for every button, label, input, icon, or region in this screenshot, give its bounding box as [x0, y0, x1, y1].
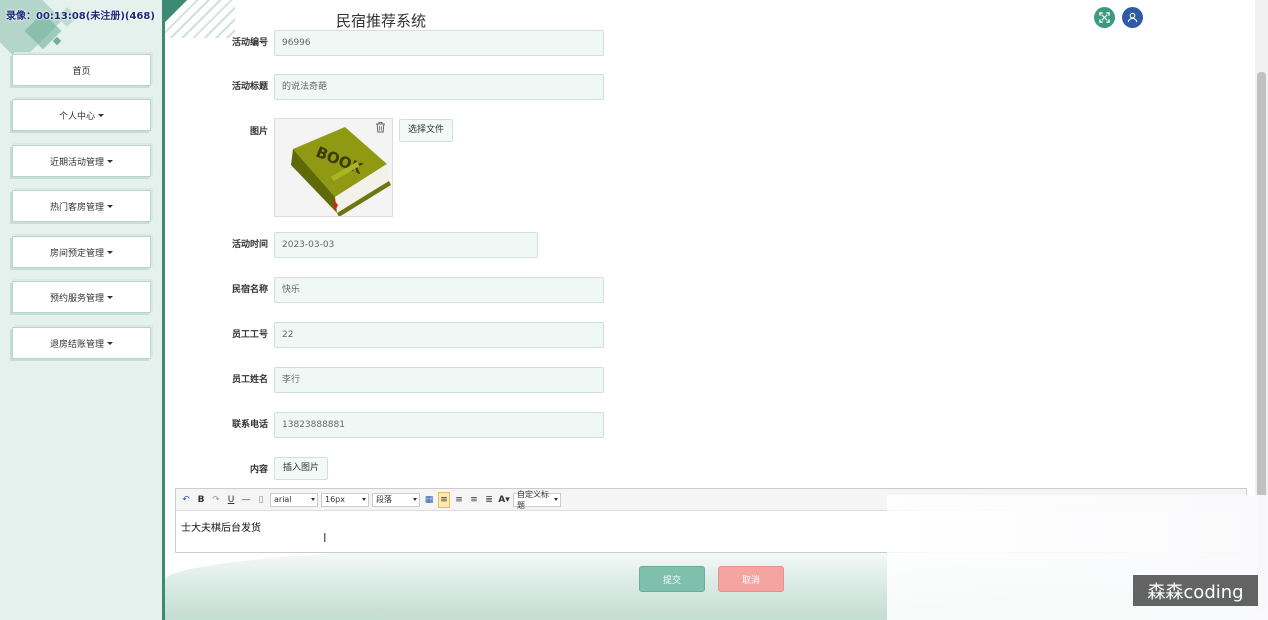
form-row-phone: 联系电话 13823888881 — [165, 412, 1065, 438]
field-label: 活动编号 — [231, 38, 268, 48]
caret-down-icon — [107, 204, 113, 208]
form-row-activity-title: 活动标题 的说法奇葩 — [165, 74, 1065, 100]
staff-name-input[interactable]: 李行 — [274, 367, 604, 393]
caret-down-icon — [107, 295, 113, 299]
field-label: 员工姓名 — [231, 375, 268, 385]
table-icon[interactable]: ▦ — [423, 492, 435, 508]
field-label: 联系电话 — [231, 420, 268, 430]
caret-down-icon — [107, 341, 113, 345]
sidebar-item-home[interactable]: 首页 — [12, 54, 151, 86]
sidebar-item-label: 近期活动管理 — [49, 157, 104, 168]
recording-timer: 录像：00:13:08(未注册)(468) — [6, 11, 155, 22]
custom-heading-select[interactable]: 自定义标题 — [513, 490, 561, 510]
watermark: 森森coding — [1133, 575, 1258, 606]
sidebar-item-activity-management[interactable]: 近期活动管理 — [12, 145, 151, 177]
sidebar-item-label: 退房结账管理 — [49, 339, 104, 350]
sidebar-item-label: 热门客房管理 — [49, 202, 104, 213]
sidebar-item-room-management[interactable]: 热门客房管理 — [12, 190, 151, 222]
user-icon — [1127, 12, 1138, 23]
font-family-select[interactable]: arial — [270, 492, 318, 507]
sidebar-item-personal-center[interactable]: 个人中心 — [12, 99, 151, 131]
user-button[interactable] — [1122, 7, 1143, 28]
phone-input[interactable]: 13823888881 — [274, 412, 604, 438]
field-label: 员工工号 — [231, 330, 268, 340]
editor-content[interactable]: 士大夫棋后台发货 — [181, 519, 261, 534]
submit-button[interactable]: 提交 — [639, 566, 705, 592]
document-icon[interactable]: ▯ — [255, 492, 267, 508]
dropdown-arrow-icon — [362, 498, 366, 501]
bold-icon[interactable]: B — [195, 492, 207, 508]
cancel-button[interactable]: 取消 — [718, 566, 784, 592]
font-family-value: arial — [274, 495, 292, 504]
caret-down-icon — [107, 250, 113, 254]
app-title: 民宿推荐系统 — [336, 12, 427, 30]
caret-down-icon — [98, 113, 104, 117]
choose-file-button[interactable]: 选择文件 — [399, 119, 454, 142]
field-label: 活动时间 — [231, 240, 268, 250]
paragraph-value: 段落 — [376, 495, 392, 504]
align-right-icon[interactable]: ≡ — [453, 492, 465, 508]
redo-icon[interactable]: ↷ — [210, 492, 222, 508]
dropdown-arrow-icon — [413, 498, 417, 501]
sidebar: 录像：00:13:08(未注册)(468) 首页 个人中心 近期活动管理 热门客… — [0, 0, 165, 620]
activity-title-input[interactable]: 的说法奇葩 — [274, 74, 604, 100]
align-left-icon[interactable]: ≡ — [438, 491, 450, 508]
field-label: 图片 — [249, 127, 268, 137]
form-row-content: 内容 插入图片 — [165, 457, 1065, 483]
underline-icon[interactable]: U — [225, 492, 237, 508]
horizontal-rule-icon[interactable]: — — [240, 492, 252, 508]
form-row-staff-name: 员工姓名 李行 — [165, 367, 1065, 393]
homestay-name-input[interactable]: 快乐 — [274, 277, 604, 303]
paragraph-select[interactable]: 段落 — [372, 492, 420, 507]
sidebar-item-booking-management[interactable]: 房间预定管理 — [12, 236, 151, 268]
form-row-activity-time: 活动时间 2023-03-03 — [165, 232, 1065, 258]
sidebar-item-label: 预约服务管理 — [49, 293, 104, 304]
activity-no-input[interactable]: 96996 — [274, 30, 604, 56]
sidebar-item-checkout-management[interactable]: 退房结账管理 — [12, 327, 151, 359]
caret-down-icon — [107, 159, 113, 163]
form-row-homestay-name: 民宿名称 快乐 — [165, 277, 1065, 303]
field-label: 内容 — [249, 465, 268, 475]
activity-time-input[interactable]: 2023-03-03 — [274, 232, 538, 258]
font-color-icon[interactable]: A▾ — [498, 492, 510, 508]
align-justify-icon[interactable]: ≣ — [483, 492, 495, 508]
text-cursor-icon: I — [323, 531, 327, 545]
sidebar-item-service-management[interactable]: 预约服务管理 — [12, 281, 151, 313]
dropdown-arrow-icon — [554, 498, 558, 501]
font-size-select[interactable]: 16px — [321, 492, 369, 507]
undo-icon[interactable]: ↶ — [180, 492, 192, 508]
trash-icon[interactable] — [375, 121, 386, 136]
sidebar-item-label: 首页 — [72, 66, 91, 77]
sidebar-decoration — [52, 36, 62, 46]
staff-no-input[interactable]: 22 — [274, 322, 604, 348]
sidebar-item-label: 房间预定管理 — [49, 248, 104, 259]
field-label: 活动标题 — [231, 82, 268, 92]
align-center-icon[interactable]: ≡ — [468, 492, 480, 508]
fullscreen-icon — [1099, 12, 1110, 23]
form-row-staff-no: 员工工号 22 — [165, 322, 1065, 348]
custom-heading-value: 自定义标题 — [517, 489, 549, 510]
insert-image-button[interactable]: 插入图片 — [274, 457, 329, 480]
fullscreen-button[interactable] — [1094, 7, 1115, 28]
font-size-value: 16px — [325, 495, 345, 504]
sidebar-item-label: 个人中心 — [58, 111, 95, 122]
dropdown-arrow-icon — [311, 498, 315, 501]
form-row-activity-no: 活动编号 96996 — [165, 30, 1065, 56]
field-label: 民宿名称 — [231, 285, 268, 295]
